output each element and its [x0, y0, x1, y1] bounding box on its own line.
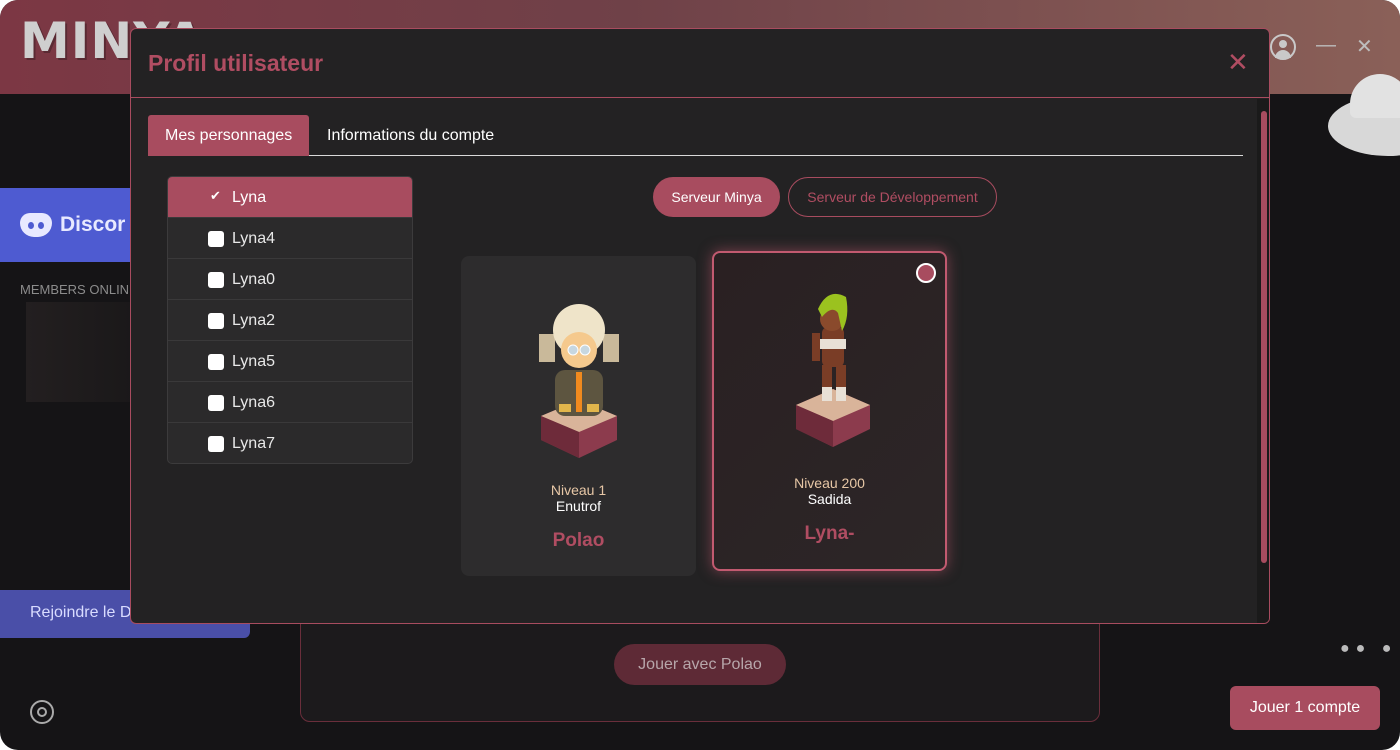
character-level: Niveau 1	[550, 482, 607, 498]
close-window-icon[interactable]: ✕	[1356, 34, 1373, 59]
character-checkbox[interactable]	[208, 354, 224, 370]
paw-prints-icon: ●● ●	[1340, 640, 1398, 657]
character-checkbox[interactable]	[208, 313, 224, 329]
character-level: Niveau 200	[794, 475, 865, 491]
character-item[interactable]: Lyna2	[168, 300, 412, 341]
character-name: Lyna6	[232, 394, 275, 411]
character-name: Lyna5	[232, 353, 275, 370]
tab-account-info[interactable]: Informations du compte	[310, 115, 511, 156]
character-checkbox[interactable]	[208, 436, 224, 452]
character-item[interactable]: Lyna6	[168, 382, 412, 423]
character-item[interactable]: Lyna4	[168, 218, 412, 259]
play-with-character-button[interactable]: Jouer avec Polao	[614, 644, 786, 685]
app-window: MINYA — ✕ Discor MEMBERS ONLINE Rejoindr…	[0, 0, 1400, 750]
user-profile-modal: Profil utilisateur ✕ Mes personnages Inf…	[130, 28, 1270, 624]
character-name: Lyna4	[232, 230, 275, 247]
character-list: ✔ Lyna Lyna4 Lyna0 Lyna2 Lyna5 Lyna6 Lyn…	[167, 176, 413, 464]
character-card-lyna[interactable]: Niveau 200 Sadida Lyna-	[712, 251, 947, 571]
character-name: Lyna	[232, 189, 267, 206]
character-name: Lyna2	[232, 312, 275, 329]
selected-radio[interactable]	[916, 263, 936, 283]
character-card-polao[interactable]: Niveau 1 Enutrof Polao	[461, 256, 696, 576]
server-minya-button[interactable]: Serveur Minya	[653, 177, 780, 217]
character-name: Lyna7	[232, 435, 275, 452]
members-online-label: MEMBERS ONLINE	[20, 282, 138, 297]
user-icon[interactable]	[1270, 34, 1296, 60]
discord-widget[interactable]: Discor	[0, 188, 140, 262]
gear-icon[interactable]	[30, 700, 54, 724]
character-item[interactable]: Lyna5	[168, 341, 412, 382]
discord-label: Discor	[60, 213, 126, 236]
play-account-button[interactable]: Jouer 1 compte	[1230, 686, 1380, 730]
scrollbar[interactable]	[1257, 99, 1269, 623]
character-checkbox[interactable]	[208, 395, 224, 411]
character-class: Enutrof	[555, 498, 602, 514]
tab-bar: Mes personnages Informations du compte	[148, 115, 1243, 156]
modal-header: Profil utilisateur ✕	[131, 29, 1269, 98]
discord-icon	[20, 213, 52, 237]
modal-title: Profil utilisateur	[148, 50, 324, 76]
character-item[interactable]: ✔ Lyna	[168, 177, 412, 218]
enutrof-sprite	[539, 304, 619, 458]
server-dev-button[interactable]: Serveur de Développement	[788, 177, 997, 217]
minimize-icon[interactable]: —	[1316, 34, 1336, 57]
check-icon: ✔	[210, 188, 221, 203]
character-card-name: Lyna-	[804, 523, 855, 544]
character-item[interactable]: Lyna7	[168, 423, 412, 463]
character-checkbox[interactable]	[208, 231, 224, 247]
character-name: Lyna0	[232, 271, 275, 288]
scrollbar-thumb[interactable]	[1261, 111, 1267, 563]
members-list	[26, 302, 136, 402]
hat-decoration	[1328, 74, 1400, 156]
character-item[interactable]: Lyna0	[168, 259, 412, 300]
character-class: Sadida	[807, 491, 852, 507]
sadida-sprite	[796, 293, 870, 447]
character-card-name: Polao	[552, 530, 605, 551]
close-icon[interactable]: ✕	[1227, 49, 1249, 75]
character-checkbox[interactable]	[208, 272, 224, 288]
tab-my-characters[interactable]: Mes personnages	[148, 115, 310, 156]
